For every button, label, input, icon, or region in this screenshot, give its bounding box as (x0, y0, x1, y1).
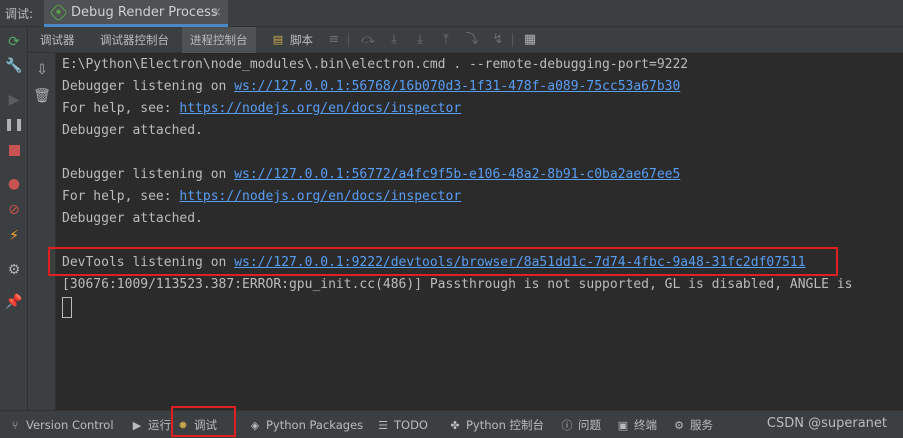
step-over-icon[interactable]: ⤼ (360, 32, 376, 48)
layers-icon: ◈ (250, 419, 260, 432)
terminal-button[interactable]: ▣ 终端 (616, 411, 657, 438)
services-icon: ⚙ (674, 419, 684, 432)
toolbar-separator (348, 33, 349, 47)
debug-actions-toolbar: ⟳ 🔧 ▶ ❚❚ ● ⊘ ⚡ ⚙ 📌 (0, 27, 28, 410)
stop-icon[interactable] (5, 141, 23, 159)
devtools-line-highlight (48, 247, 838, 276)
debugger-ws-link[interactable]: ws://127.0.0.1:56768/16b070d3-1f31-478f-… (234, 79, 680, 94)
console-line: Debugger attached. (62, 123, 203, 138)
process-console-output[interactable]: E:\Python\Electron\node_modules\.bin\ele… (48, 53, 903, 410)
terminal-icon: ▣ (617, 419, 629, 432)
console-line: E:\Python\Electron\node_modules\.bin\ele… (62, 57, 689, 72)
python-packages-button[interactable]: ◈ Python Packages (248, 411, 363, 438)
inspector-docs-link[interactable]: https://nodejs.org/en/docs/inspector (179, 101, 461, 116)
clear-console-icon[interactable]: 🗑 (33, 87, 51, 105)
run-to-cursor-icon[interactable]: ⤵ (464, 32, 480, 48)
evaluate-icon[interactable]: ↯ (490, 32, 506, 48)
console-line: [30676:1009/113523.387:ERROR:gpu_init.cc… (62, 277, 853, 292)
debug-tool-window-header: 调试: Debug Render Process × (0, 0, 903, 27)
play-icon: ▶ (132, 419, 142, 432)
tab-debugger-console[interactable]: 调试器控制台 (92, 27, 177, 53)
console-line: Debugger listening on ws://127.0.0.1:567… (62, 167, 681, 182)
close-tab-icon[interactable]: × (211, 5, 222, 20)
debug-window-label: 调试: (5, 7, 34, 21)
mute-breakpoints-icon[interactable]: ⊘ (5, 201, 23, 219)
branch-icon: ⑂ (11, 419, 19, 432)
debug-button-highlight (171, 406, 236, 437)
view-breakpoints-icon[interactable]: ● (5, 175, 23, 193)
console-line: Debugger attached. (62, 211, 203, 226)
console-line: For help, see: https://nodejs.org/en/doc… (62, 189, 462, 204)
tab-debugger[interactable]: 调试器 (32, 27, 83, 53)
force-step-into-icon[interactable]: ⤓ (412, 32, 428, 48)
pin-icon[interactable]: 📌 (5, 293, 23, 311)
resume-icon[interactable]: ▶ (5, 91, 23, 109)
list-icon: ☰ (378, 419, 388, 432)
tab-scripts[interactable]: 脚本 (282, 27, 321, 53)
tool-window-bar: ⑂ Version Control ▶ 运行 ✹ 调试 ◈ Python Package… (0, 406, 903, 438)
console-side-toolbar: ⇩ 🗑 (28, 53, 56, 410)
step-into-icon[interactable]: ⤓ (386, 32, 402, 48)
lightning-icon[interactable]: ⚡ (5, 227, 23, 245)
python-console-button[interactable]: ✤ Python 控制台 (448, 411, 544, 438)
menu-icon[interactable]: ≡ (326, 32, 342, 48)
run-tab-title: Debug Render Process (71, 4, 218, 20)
problems-button[interactable]: ⓘ 问题 (560, 411, 602, 438)
inspector-docs-link[interactable]: https://nodejs.org/en/docs/inspector (179, 189, 461, 204)
services-button[interactable]: ⚙ 服务 (672, 411, 713, 438)
tab-process-console[interactable]: 进程控制台 (182, 27, 256, 53)
pause-icon[interactable]: ❚❚ (4, 115, 24, 133)
watermark-text: CSDN @superanet (766, 416, 887, 431)
todo-button[interactable]: ☰ TODO (376, 411, 428, 438)
python-icon: ✤ (450, 419, 460, 432)
info-icon: ⓘ (561, 419, 573, 432)
wrench-icon[interactable]: 🔧 (5, 57, 23, 75)
gear-icon[interactable]: ⚙ (5, 261, 23, 279)
text-cursor (62, 297, 72, 318)
console-line: For help, see: https://nodejs.org/en/doc… (62, 101, 462, 116)
scroll-to-end-icon[interactable]: ⇩ (33, 61, 51, 79)
run-button[interactable]: ▶ 运行 (130, 411, 171, 438)
debugger-ws-link[interactable]: ws://127.0.0.1:56772/a4fc9f5b-e106-48a2-… (234, 167, 680, 182)
nodejs-icon (49, 2, 68, 22)
console-tabs-toolbar: 调试器 调试器控制台 进程控制台 ▤ 脚本 ≡ ⤼ ⤓ ⤓ ⤒ ⤵ ↯ ▦ (28, 27, 903, 53)
console-line: Debugger listening on ws://127.0.0.1:567… (62, 79, 681, 94)
run-configuration-tab[interactable]: Debug Render Process × (44, 0, 228, 27)
toolbar-separator (512, 33, 513, 47)
table-icon[interactable]: ▦ (522, 32, 538, 48)
rerun-icon[interactable]: ⟳ (5, 33, 23, 51)
step-out-icon[interactable]: ⤒ (438, 32, 454, 48)
version-control-button[interactable]: ⑂ Version Control (8, 411, 114, 438)
